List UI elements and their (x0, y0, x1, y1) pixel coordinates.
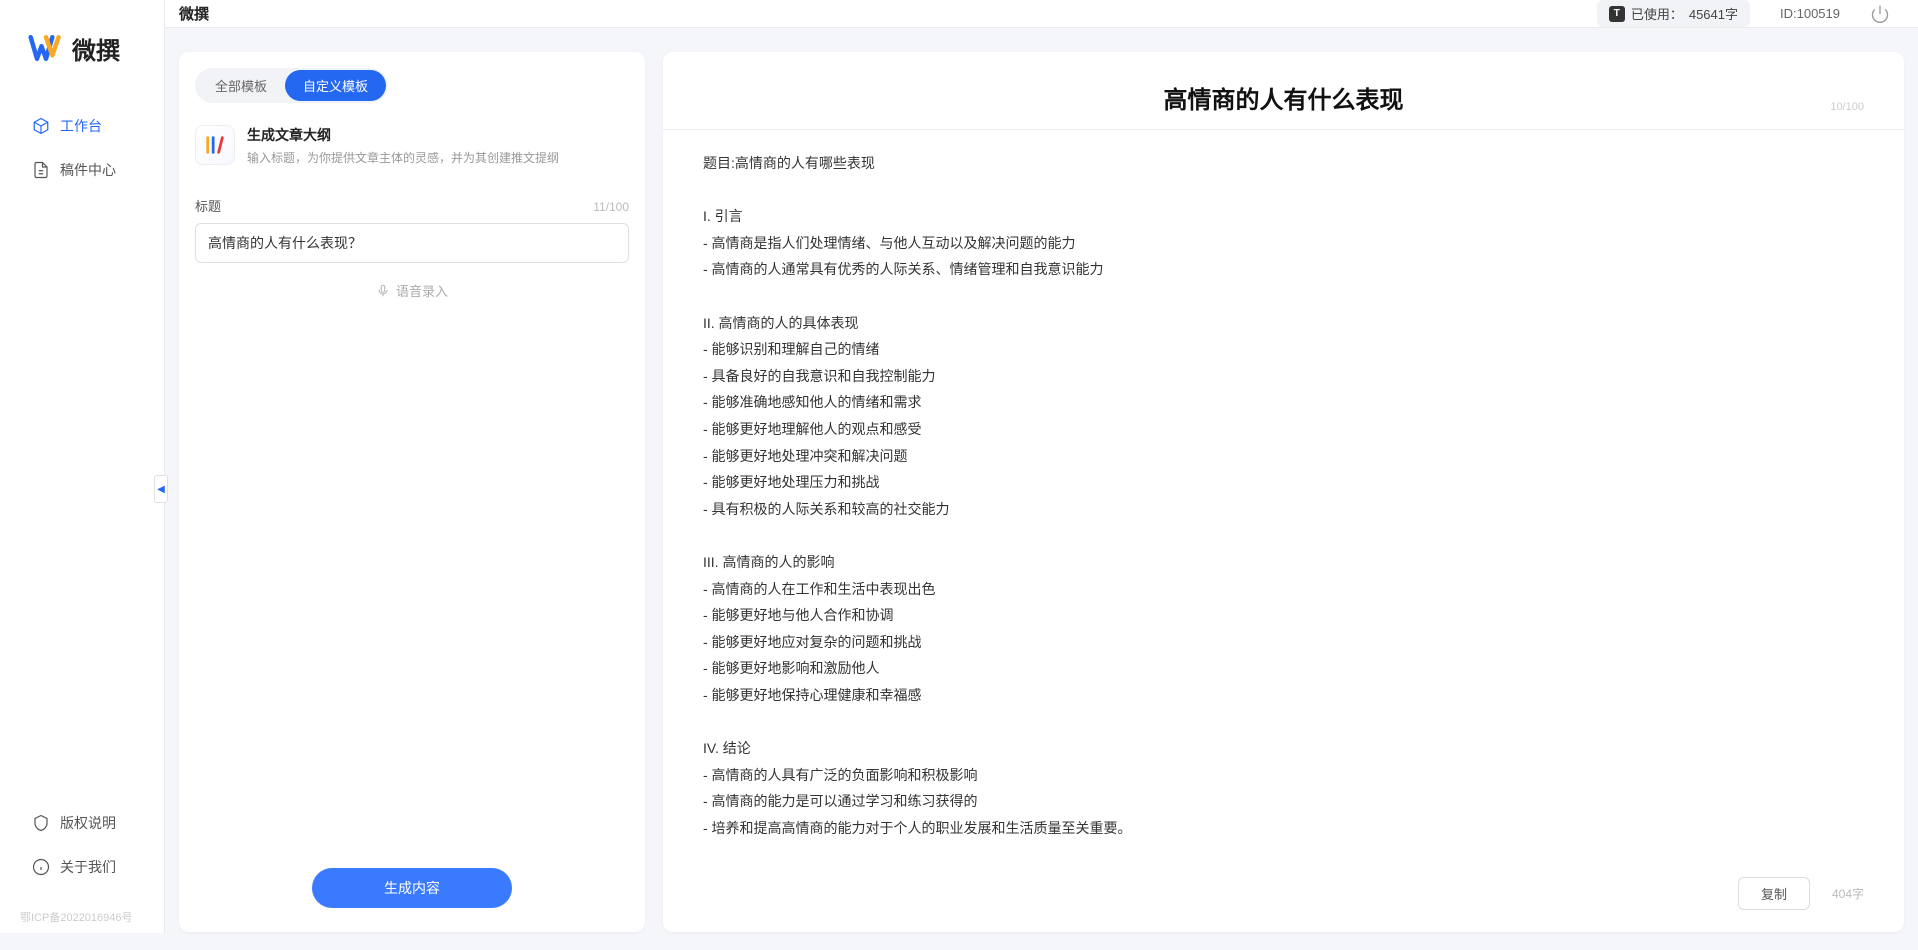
nav-label: 关于我们 (60, 857, 116, 877)
main-nav: 工作台 稿件中心 (0, 106, 164, 803)
icp-text: 鄂ICP备2022016946号 (0, 903, 164, 933)
usage-value: 45641字 (1689, 4, 1738, 23)
voice-label: 语音录入 (396, 281, 448, 300)
sidebar: 微撰 工作台 稿件中心 版权说明 关于我们 鄂ICP备2022016946号 (0, 0, 165, 933)
document-icon (32, 161, 50, 179)
template-card[interactable]: 生成文章大纲 输入标题，为你提供文章主体的灵感，并为其创建推文提纲 (179, 113, 645, 178)
output-title: 高情商的人有什么表现 (703, 80, 1864, 115)
app-logo[interactable]: 微撰 (0, 0, 164, 106)
page-title: 微撰 (179, 3, 209, 24)
usage-badge[interactable]: T 已使用： 45641字 (1597, 0, 1750, 27)
left-panel: 全部模板 自定义模板 生成文章大纲 输入标题，为你提供文章主体的灵感，并为其创建… (179, 52, 645, 932)
user-id: ID:100519 (1780, 6, 1840, 21)
output-body[interactable]: 题目:高情商的人有哪些表现 I. 引言 - 高情商是指人们处理情绪、与他人互动以… (663, 130, 1904, 861)
title-input[interactable] (195, 223, 629, 263)
power-button[interactable] (1870, 4, 1890, 24)
output-panel: 高情商的人有什么表现 10/100 题目:高情商的人有哪些表现 I. 引言 - … (663, 52, 1904, 932)
copy-button[interactable]: 复制 (1738, 877, 1810, 910)
nav-workspace[interactable]: 工作台 (20, 106, 164, 146)
nav-drafts[interactable]: 稿件中心 (20, 150, 164, 190)
power-icon (1870, 4, 1890, 24)
output-title-count: 10/100 (1830, 101, 1864, 113)
output-word-count: 404字 (1832, 885, 1864, 902)
logo-text: 微撰 (72, 31, 120, 66)
shield-icon (32, 814, 50, 832)
generate-button[interactable]: 生成内容 (312, 868, 512, 908)
cube-icon (32, 117, 50, 135)
voice-input-button[interactable]: 语音录入 (195, 263, 629, 318)
usage-prefix: 已使用： (1631, 4, 1683, 23)
template-title: 生成文章大纲 (247, 125, 629, 145)
sidebar-collapse-handle[interactable]: ◀ (154, 475, 168, 503)
nav-label: 稿件中心 (60, 160, 116, 180)
title-label: 标题 (195, 196, 221, 215)
template-tabs: 全部模板 自定义模板 (195, 68, 388, 103)
title-char-count: 11/100 (593, 200, 629, 214)
logo-icon (28, 30, 64, 66)
topbar: 微撰 T 已使用： 45641字 ID:100519 (165, 0, 1918, 28)
text-count-icon: T (1609, 6, 1625, 22)
info-icon (32, 858, 50, 876)
nav-about[interactable]: 关于我们 (20, 847, 164, 887)
template-icon (195, 125, 235, 165)
nav-label: 工作台 (60, 116, 102, 136)
nav-label: 版权说明 (60, 813, 116, 833)
tab-custom-templates[interactable]: 自定义模板 (285, 70, 386, 101)
tab-all-templates[interactable]: 全部模板 (197, 70, 285, 101)
microphone-icon (376, 284, 390, 298)
template-desc: 输入标题，为你提供文章主体的灵感，并为其创建推文提纲 (247, 149, 629, 166)
sidebar-footer: 版权说明 关于我们 (0, 803, 164, 903)
nav-copyright[interactable]: 版权说明 (20, 803, 164, 843)
